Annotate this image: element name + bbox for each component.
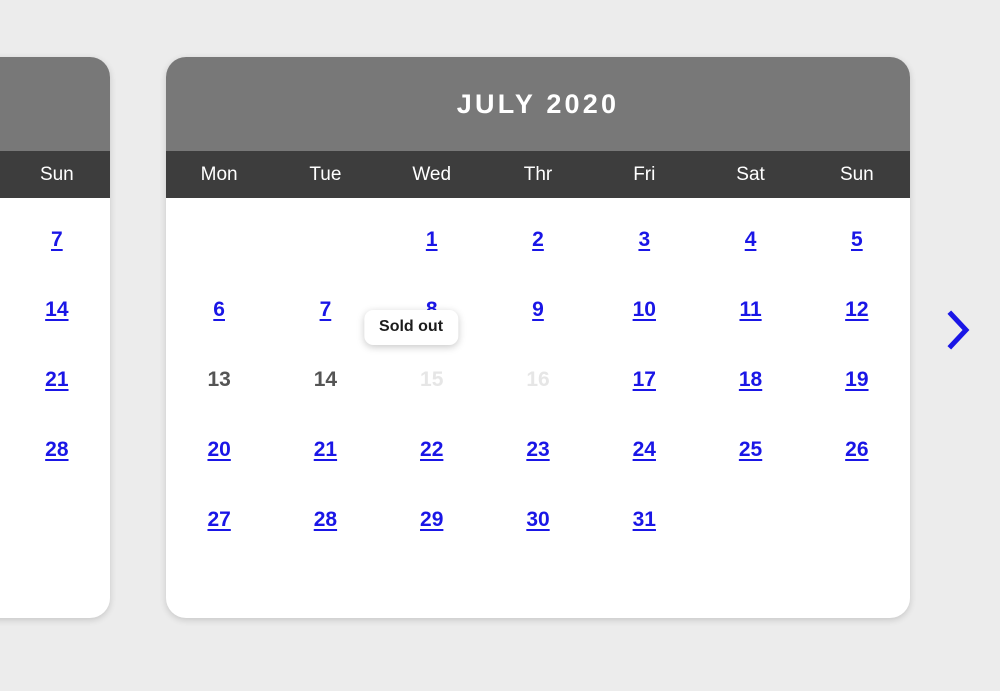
calendar-day-empty-current: [804, 484, 910, 554]
calendar-day-label: 27: [207, 507, 231, 531]
calendar-day-25-current[interactable]: 25: [697, 414, 803, 484]
calendar-day-30-current[interactable]: 30: [485, 484, 591, 554]
calendar-day-label: 15: [420, 367, 444, 391]
calendar-day-empty-current: [166, 204, 272, 274]
weekday-label-wed-current: Wed: [412, 163, 452, 185]
calendar-grid-current-month: 1 2 3 4 5 6 7 8 Sold out 9 10 11 12 13 14 15 16 17 18 19 20 2…: [166, 198, 910, 554]
weekday-label-mon-current: Mon: [200, 163, 238, 185]
calendar-day-label: 12: [845, 297, 869, 321]
weekday-label-sat-current: Sat: [736, 163, 765, 185]
calendar-day-label: 7: [319, 297, 332, 321]
calendar-day-17-current[interactable]: 17: [591, 344, 697, 414]
chevron-right-icon: [946, 310, 972, 350]
calendar-day-label: 7: [51, 227, 63, 251]
calendar-day-7-current[interactable]: 7: [272, 274, 378, 344]
calendar-day-label: 13: [207, 367, 231, 391]
calendar-day-6-current[interactable]: 6: [166, 274, 272, 344]
calendar-day-label: 21: [45, 367, 69, 391]
calendar-grid-previous-month: 1234567891011121314151617181920212223242…: [0, 198, 110, 554]
calendar-day-18-current[interactable]: 18: [697, 344, 803, 414]
weekday-label-sun-current: Sun: [839, 163, 874, 185]
calendar-day-label: 19: [845, 367, 869, 391]
weekday-label-tue-current: Tue: [309, 163, 342, 185]
calendar-day-label: 14: [313, 367, 338, 391]
calendar-day-29-current[interactable]: 29: [379, 484, 485, 554]
calendar-day-14-current: 14: [272, 344, 378, 414]
calendar-day-label: 28: [45, 437, 69, 461]
calendar-day-26-current[interactable]: 26: [804, 414, 910, 484]
calendar-carousel: JUNE 2020 MonTueWedThrFriSatSun 12345678…: [0, 0, 1000, 691]
calendar-day-empty-current: [697, 484, 803, 554]
calendar-day-21-current[interactable]: 21: [272, 414, 378, 484]
calendar-day-label: 23: [526, 437, 550, 461]
calendar-day-10-current[interactable]: 10: [591, 274, 697, 344]
calendar-day-8-current[interactable]: 8 Sold out: [364, 274, 485, 345]
calendar-day-label: 6: [213, 297, 225, 321]
calendar-day-label: 31: [632, 507, 656, 531]
calendar-day-label: 30: [526, 507, 550, 531]
calendar-day-label: 1: [425, 227, 438, 251]
calendar-day-label: 24: [632, 437, 656, 461]
calendar-day-label: 29: [420, 507, 444, 531]
calendar-day-19-current[interactable]: 19: [804, 344, 910, 414]
calendar-day-empty-current: [272, 204, 378, 274]
weekday-header-previous-month: MonTueWedThrFriSatSun: [0, 151, 110, 198]
calendar-day-label: 16: [526, 367, 550, 391]
calendar-day-21-prev[interactable]: 21: [4, 344, 110, 414]
calendar-day-label: 4: [744, 227, 757, 251]
calendar-day-empty-prev: [4, 484, 110, 554]
calendar-day-28-prev[interactable]: 28: [4, 414, 110, 484]
calendar-day-16-current: 16: [485, 344, 591, 414]
calendar-day-label: 2: [532, 227, 544, 251]
calendar-day-label: 9: [532, 297, 544, 321]
calendar-title-previous-month: JUNE 2020: [0, 57, 110, 151]
calendar-day-label: 3: [638, 227, 651, 251]
calendar-day-7-prev[interactable]: 7: [4, 204, 110, 274]
next-month-button[interactable]: [938, 305, 980, 355]
calendar-day-31-current[interactable]: 31: [591, 484, 697, 554]
calendar-day-label: 14: [45, 297, 69, 321]
calendar-day-13-current: 13: [166, 344, 272, 414]
calendar-day-label: 5: [851, 227, 863, 251]
calendar-day-5-current[interactable]: 5: [804, 204, 910, 274]
calendar-day-label: 25: [738, 437, 763, 461]
calendar-day-15-current: 15: [379, 344, 485, 414]
weekday-label-sun-prev: Sun: [39, 163, 74, 185]
calendar-day-label: 21: [313, 437, 338, 461]
calendar-day-23-current[interactable]: 23: [485, 414, 591, 484]
calendar-day-3-current[interactable]: 3: [591, 204, 697, 274]
calendar-day-12-current[interactable]: 12: [804, 274, 910, 344]
calendar-day-label: 28: [313, 507, 338, 531]
calendar-day-label: 10: [632, 297, 656, 321]
weekday-label-thr-current: Thr: [523, 163, 553, 185]
calendar-day-1-current[interactable]: 1: [379, 204, 485, 274]
calendar-day-label: 18: [738, 367, 763, 391]
calendar-day-label: 20: [207, 437, 231, 461]
calendar-day-9-current[interactable]: 9: [485, 274, 591, 344]
weekday-label-fri-current: Fri: [633, 163, 656, 185]
calendar-card-current-month: JULY 2020 Mon Tue Wed Thr Fri Sat Sun 12345678…: [166, 57, 910, 618]
calendar-day-27-current[interactable]: 27: [166, 484, 272, 554]
calendar-day-2-current[interactable]: 2: [485, 204, 591, 274]
calendar-day-label: 17: [632, 367, 656, 391]
calendar-day-4-current[interactable]: 4: [697, 204, 803, 274]
calendar-day-label: 11: [739, 297, 762, 321]
calendar-title-current-month: JULY 2020: [166, 57, 910, 151]
calendar-day-11-current[interactable]: 11: [697, 274, 803, 344]
calendar-day-24-current[interactable]: 24: [591, 414, 697, 484]
calendar-day-14-prev[interactable]: 14: [4, 274, 110, 344]
sold-out-tooltip: Sold out: [364, 310, 459, 345]
calendar-day-20-current[interactable]: 20: [166, 414, 272, 484]
calendar-day-28-current[interactable]: 28: [272, 484, 378, 554]
weekday-header-current-month: Mon Tue Wed Thr Fri Sat Sun: [166, 151, 910, 198]
calendar-day-label: 26: [845, 437, 869, 461]
calendar-day-22-current[interactable]: 22: [379, 414, 485, 484]
calendar-card-previous-month: JUNE 2020 MonTueWedThrFriSatSun 12345678…: [0, 57, 110, 618]
calendar-day-label: 22: [420, 437, 444, 461]
